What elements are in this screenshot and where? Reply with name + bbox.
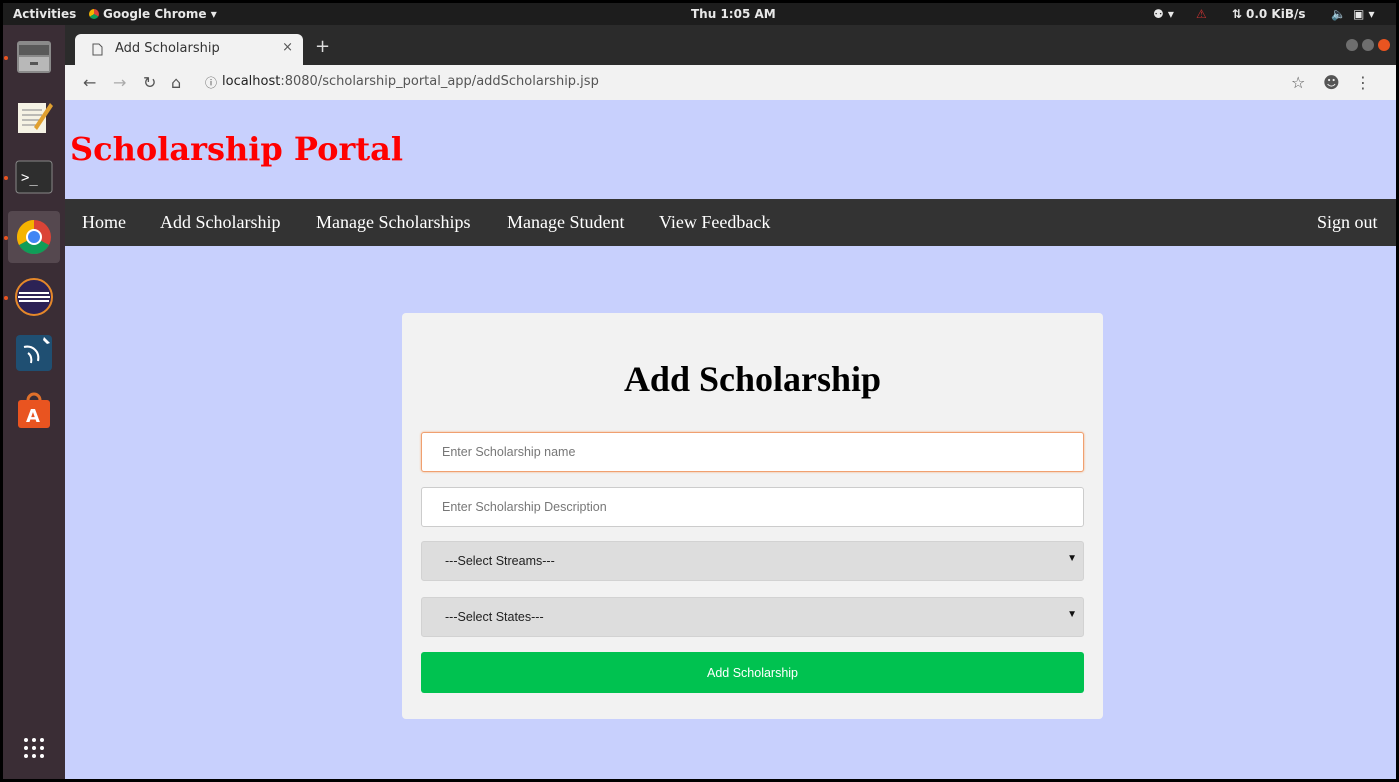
add-scholarship-button[interactable]: Add Scholarship xyxy=(421,652,1084,693)
running-indicator xyxy=(4,176,8,180)
maximize-button[interactable] xyxy=(1362,39,1374,51)
tab-add-scholarship[interactable]: Add Scholarship × xyxy=(75,34,303,65)
back-icon[interactable]: ← xyxy=(83,73,96,92)
running-indicator xyxy=(4,236,8,240)
streams-select[interactable]: ---Select Streams--- ▼ xyxy=(421,541,1084,581)
running-indicator xyxy=(4,296,8,300)
network-speed: 0.0 KiB/s xyxy=(1246,7,1306,21)
profile-icon[interactable]: ☻ xyxy=(1323,73,1340,92)
svg-text:>_: >_ xyxy=(21,170,38,186)
files-icon[interactable] xyxy=(8,31,60,83)
chrome-dock-icon[interactable] xyxy=(8,211,60,263)
tab-title: Add Scholarship xyxy=(115,41,220,56)
mysql-workbench-icon[interactable] xyxy=(8,327,60,379)
add-scholarship-form: Add Scholarship ---Select Streams--- ▼ -… xyxy=(402,313,1103,719)
show-apps-icon[interactable] xyxy=(8,725,60,771)
url-field[interactable]: localhost:8080/scholarship_portal_app/ad… xyxy=(222,74,599,89)
nav-manage-scholarships[interactable]: Manage Scholarships xyxy=(316,212,470,233)
clock[interactable]: Thu 1:05 AM xyxy=(691,3,776,25)
nav-home[interactable]: Home xyxy=(82,212,126,233)
running-indicator xyxy=(4,56,8,60)
url-path: :8080/scholarship_portal_app/addScholars… xyxy=(280,74,599,89)
new-tab-button[interactable]: + xyxy=(315,36,330,57)
network-icon: ⇅ xyxy=(1232,7,1243,21)
site-title: Scholarship Portal xyxy=(70,130,403,168)
minimize-button[interactable] xyxy=(1346,39,1358,51)
accessibility-icon[interactable]: ⚉ ▾ xyxy=(1153,3,1174,25)
volume-icon[interactable]: 🔈 xyxy=(1331,3,1346,25)
address-bar: ← → ↻ ⌂ ⓘ localhost:8080/scholarship_por… xyxy=(65,65,1396,101)
states-selected-value: ---Select States--- xyxy=(445,610,544,624)
nav-manage-student[interactable]: Manage Student xyxy=(507,212,624,233)
info-icon[interactable]: ⓘ xyxy=(205,74,217,91)
window-controls xyxy=(1346,39,1390,51)
scholarship-name-input[interactable] xyxy=(421,432,1084,472)
menu-icon[interactable]: ⋮ xyxy=(1355,73,1371,92)
streams-selected-value: ---Select Streams--- xyxy=(445,554,555,568)
chrome-icon xyxy=(89,9,99,19)
terminal-icon[interactable]: >_ xyxy=(8,151,60,203)
web-page: Scholarship Portal Home Add Scholarship … xyxy=(65,100,1396,779)
software-center-icon[interactable]: A xyxy=(8,385,60,437)
dock: >_ A xyxy=(3,25,65,779)
warning-icon[interactable]: ⚠ xyxy=(1196,3,1207,25)
tab-strip: Add Scholarship × + xyxy=(65,25,1396,65)
home-icon[interactable]: ⌂ xyxy=(171,73,181,92)
scholarship-description-input[interactable] xyxy=(421,487,1084,527)
battery-icon[interactable]: ▣ ▾ xyxy=(1353,3,1375,25)
url-host: localhost xyxy=(222,74,281,89)
app-menu-label: Google Chrome ▾ xyxy=(103,7,217,21)
text-editor-icon[interactable] xyxy=(8,91,60,143)
dropdown-arrow-icon: ▼ xyxy=(1067,553,1077,564)
close-window-button[interactable] xyxy=(1378,39,1390,51)
app-menu[interactable]: Google Chrome ▾ xyxy=(89,3,217,25)
form-title: Add Scholarship xyxy=(623,359,882,399)
page-icon xyxy=(92,43,103,56)
forward-icon[interactable]: → xyxy=(113,73,126,92)
eclipse-icon[interactable] xyxy=(8,271,60,323)
system-top-bar: Activities Google Chrome ▾ Thu 1:05 AM ⚉… xyxy=(3,3,1396,25)
states-select[interactable]: ---Select States--- ▼ xyxy=(421,597,1084,637)
nav-view-feedback[interactable]: View Feedback xyxy=(659,212,770,233)
bookmark-star-icon[interactable]: ☆ xyxy=(1291,73,1305,92)
dropdown-arrow-icon: ▼ xyxy=(1067,609,1077,620)
close-tab-icon[interactable]: × xyxy=(282,40,293,55)
reload-icon[interactable]: ↻ xyxy=(143,73,156,92)
svg-text:A: A xyxy=(26,406,40,427)
nav-sign-out[interactable]: Sign out xyxy=(1317,212,1378,233)
navbar: Home Add Scholarship Manage Scholarships… xyxy=(65,199,1396,246)
activities-button[interactable]: Activities xyxy=(13,3,76,25)
nav-add-scholarship[interactable]: Add Scholarship xyxy=(160,212,281,233)
screen: Activities Google Chrome ▾ Thu 1:05 AM ⚉… xyxy=(3,3,1396,779)
